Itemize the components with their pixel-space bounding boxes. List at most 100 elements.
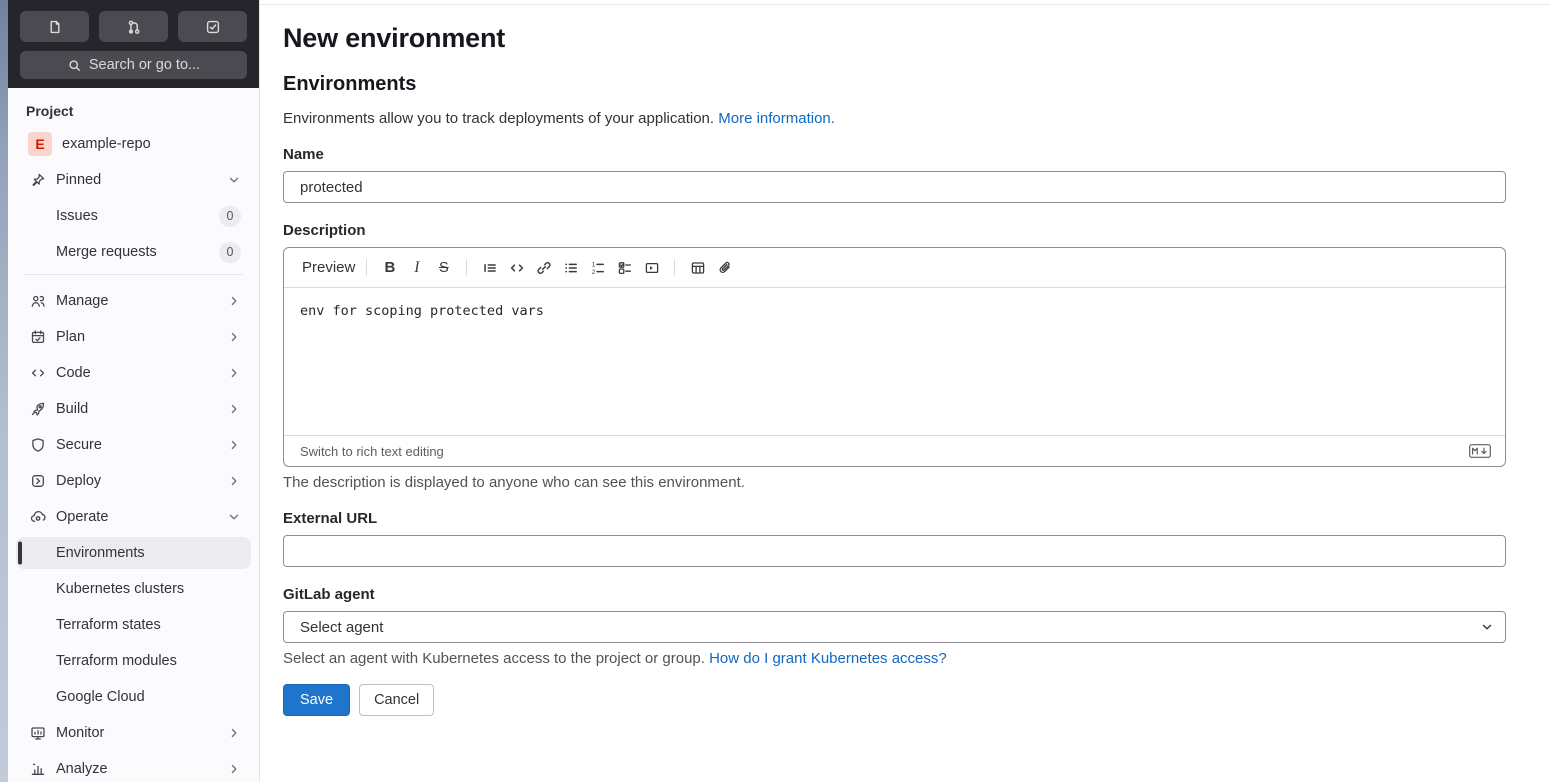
description-editor: Preview B I S 12 env for scoping protect… <box>283 247 1506 467</box>
chevron-right-icon <box>227 762 241 776</box>
bullet-list-icon <box>563 260 579 276</box>
chevron-right-icon <box>227 726 241 740</box>
shield-icon <box>30 437 46 453</box>
sidebar-item-terraform-modules[interactable]: Terraform modules <box>16 645 251 677</box>
intro-text: Environments allow you to track deployme… <box>283 110 835 127</box>
external-url-label: External URL <box>283 510 378 527</box>
project-name: example-repo <box>62 136 151 152</box>
window-edge-strip <box>0 0 8 782</box>
task-list-button[interactable] <box>611 255 638 281</box>
code-icon <box>509 260 525 276</box>
merge-requests-button[interactable] <box>99 11 168 42</box>
search-input[interactable]: Search or go to... <box>20 51 247 79</box>
cloud-pod-icon <box>30 509 46 525</box>
sidebar-item-pinned[interactable]: Pinned <box>16 164 251 196</box>
toolbar-divider <box>466 259 468 276</box>
sidebar-divider <box>24 274 243 275</box>
pin-icon <box>30 172 46 188</box>
strikethrough-button[interactable]: S <box>430 255 457 281</box>
external-url-input[interactable] <box>283 535 1506 567</box>
table-icon <box>690 260 706 276</box>
save-button[interactable]: Save <box>283 684 351 716</box>
sidebar-item-kubernetes-clusters[interactable]: Kubernetes clusters <box>16 573 251 605</box>
project-section-label: Project <box>26 103 74 119</box>
merge-requests-count-badge: 0 <box>219 241 241 263</box>
more-information-link[interactable]: More information. <box>718 110 835 127</box>
markdown-footer: Switch to rich text editing <box>284 435 1505 466</box>
name-input[interactable] <box>283 171 1506 203</box>
quote-icon <box>482 260 498 276</box>
collapsible-section-button[interactable] <box>638 255 665 281</box>
search-icon <box>67 58 82 73</box>
sidebar-item-deploy[interactable]: Deploy <box>16 465 251 497</box>
deploy-icon <box>30 473 46 489</box>
form-actions: Save Cancel <box>283 684 1506 716</box>
italic-button[interactable]: I <box>403 255 430 281</box>
sidebar-item-merge-requests[interactable]: Merge requests 0 <box>16 236 251 268</box>
chevron-right-icon <box>227 294 241 308</box>
selected-agent-value: Select agent <box>300 618 384 636</box>
markdown-toolbar: Preview B I S 12 <box>284 248 1505 288</box>
chevron-down-icon <box>227 173 241 187</box>
numbered-list-button[interactable]: 12 <box>584 255 611 281</box>
sidebar-item-analyze[interactable]: Analyze <box>16 753 251 782</box>
sidebar-item-code[interactable]: Code <box>16 357 251 389</box>
task-list-icon <box>617 260 633 276</box>
insert-link-button[interactable] <box>530 255 557 281</box>
sidebar: Search or go to... Project E example-rep… <box>8 0 260 782</box>
rocket-icon <box>30 401 46 417</box>
chevron-right-icon <box>227 402 241 416</box>
sidebar-item-secure[interactable]: Secure <box>16 429 251 461</box>
todos-button[interactable] <box>178 11 247 42</box>
sidebar-body: Project E example-repo Pinned Issues 0 M… <box>8 88 259 782</box>
issues-count-badge: 0 <box>219 205 241 227</box>
project-avatar: E <box>28 132 52 156</box>
sidebar-item-manage[interactable]: Manage <box>16 285 251 317</box>
name-label: Name <box>283 146 324 163</box>
preview-tab[interactable]: Preview <box>300 259 357 276</box>
quote-button[interactable] <box>476 255 503 281</box>
chevron-right-icon <box>227 330 241 344</box>
sidebar-item-monitor[interactable]: Monitor <box>16 717 251 749</box>
sidebar-item-issues[interactable]: Issues 0 <box>16 200 251 232</box>
pinned-label: Pinned <box>56 172 102 188</box>
gitlab-agent-label: GitLab agent <box>283 586 375 603</box>
insert-table-button[interactable] <box>684 255 711 281</box>
app-window: Search or go to... Project E example-rep… <box>0 0 1550 782</box>
svg-text:1: 1 <box>592 261 596 268</box>
calendar-icon <box>30 329 46 345</box>
issues-icon <box>47 19 63 35</box>
attach-file-icon <box>717 260 733 276</box>
markdown-icon <box>1469 444 1491 458</box>
italic-icon: I <box>414 258 420 276</box>
switch-rich-text-link[interactable]: Switch to rich text editing <box>300 444 444 459</box>
agent-help-text: Select an agent with Kubernetes access t… <box>283 650 947 667</box>
chevron-right-icon <box>227 366 241 380</box>
description-help-text: The description is displayed to anyone w… <box>283 474 745 491</box>
sidebar-item-plan[interactable]: Plan <box>16 321 251 353</box>
chevron-right-icon <box>227 474 241 488</box>
cancel-button[interactable]: Cancel <box>359 684 435 716</box>
attach-file-button[interactable] <box>711 255 738 281</box>
insert-code-button[interactable] <box>503 255 530 281</box>
sidebar-item-terraform-states[interactable]: Terraform states <box>16 609 251 641</box>
link-icon <box>536 260 552 276</box>
issues-button[interactable] <box>20 11 89 42</box>
description-textarea[interactable]: env for scoping protected vars <box>284 288 1505 435</box>
merge-request-icon <box>126 19 142 35</box>
sidebar-item-environments[interactable]: Environments <box>16 537 251 569</box>
toolbar-divider <box>366 259 368 276</box>
sidebar-item-project[interactable]: E example-repo <box>16 128 251 160</box>
collapsible-section-icon <box>644 260 660 276</box>
sidebar-item-operate[interactable]: Operate <box>16 501 251 533</box>
environments-heading: Environments <box>283 73 417 95</box>
main-content: New environment Environments Environment… <box>260 0 1550 782</box>
bullet-list-button[interactable] <box>557 255 584 281</box>
gitlab-agent-select[interactable]: Select agent <box>283 611 1506 643</box>
sidebar-item-build[interactable]: Build <box>16 393 251 425</box>
sidebar-item-google-cloud[interactable]: Google Cloud <box>16 681 251 713</box>
bold-button[interactable]: B <box>376 255 403 281</box>
task-done-icon <box>205 19 221 35</box>
kubernetes-access-link[interactable]: How do I grant Kubernetes access? <box>709 650 947 667</box>
description-label: Description <box>283 222 366 239</box>
